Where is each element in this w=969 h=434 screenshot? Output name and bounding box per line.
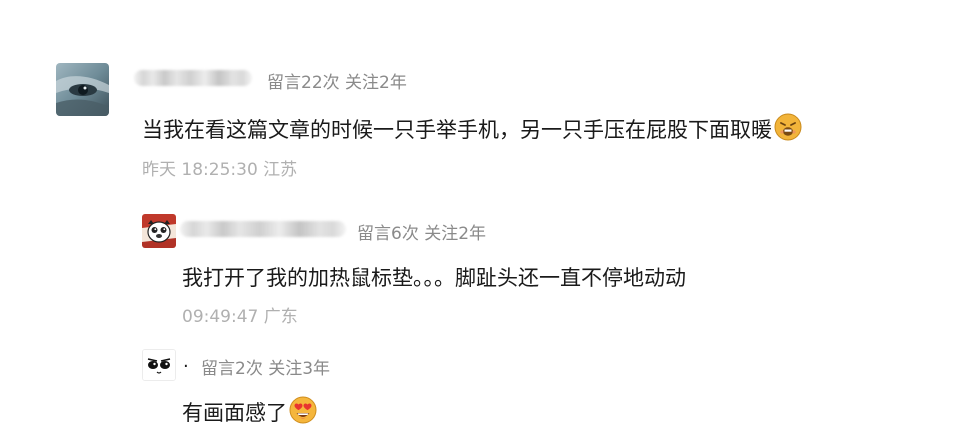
heart-eyes-emoji-icon — [289, 396, 317, 429]
comment-meta: 留言6次 关注2年 — [357, 224, 487, 244]
comment-text: 有画面感了 — [182, 396, 317, 431]
grimace-emoji-icon — [774, 113, 802, 146]
comment-timestamp: 09:49:47 广东 — [182, 307, 298, 327]
comment-text: 当我在看这篇文章的时候一只手举手机，另一只手压在屁股下面取暖 — [142, 113, 802, 148]
nickname-blurred[interactable] — [180, 221, 346, 237]
avatar[interactable] — [56, 63, 109, 116]
comment-meta: 留言22次 关注2年 — [267, 73, 407, 93]
comment-text: 我打开了我的加热鼠标垫。。。脚趾头还一直不停地动动 — [182, 266, 686, 290]
comment-timestamp: 昨天 18:25:30 江苏 — [142, 160, 298, 180]
nickname-blurred[interactable] — [134, 70, 252, 86]
avatar[interactable] — [142, 214, 176, 248]
avatar[interactable] — [142, 349, 176, 381]
commenter-name[interactable]: . — [183, 351, 189, 372]
comment-meta: 留言2次 关注3年 — [201, 359, 331, 379]
